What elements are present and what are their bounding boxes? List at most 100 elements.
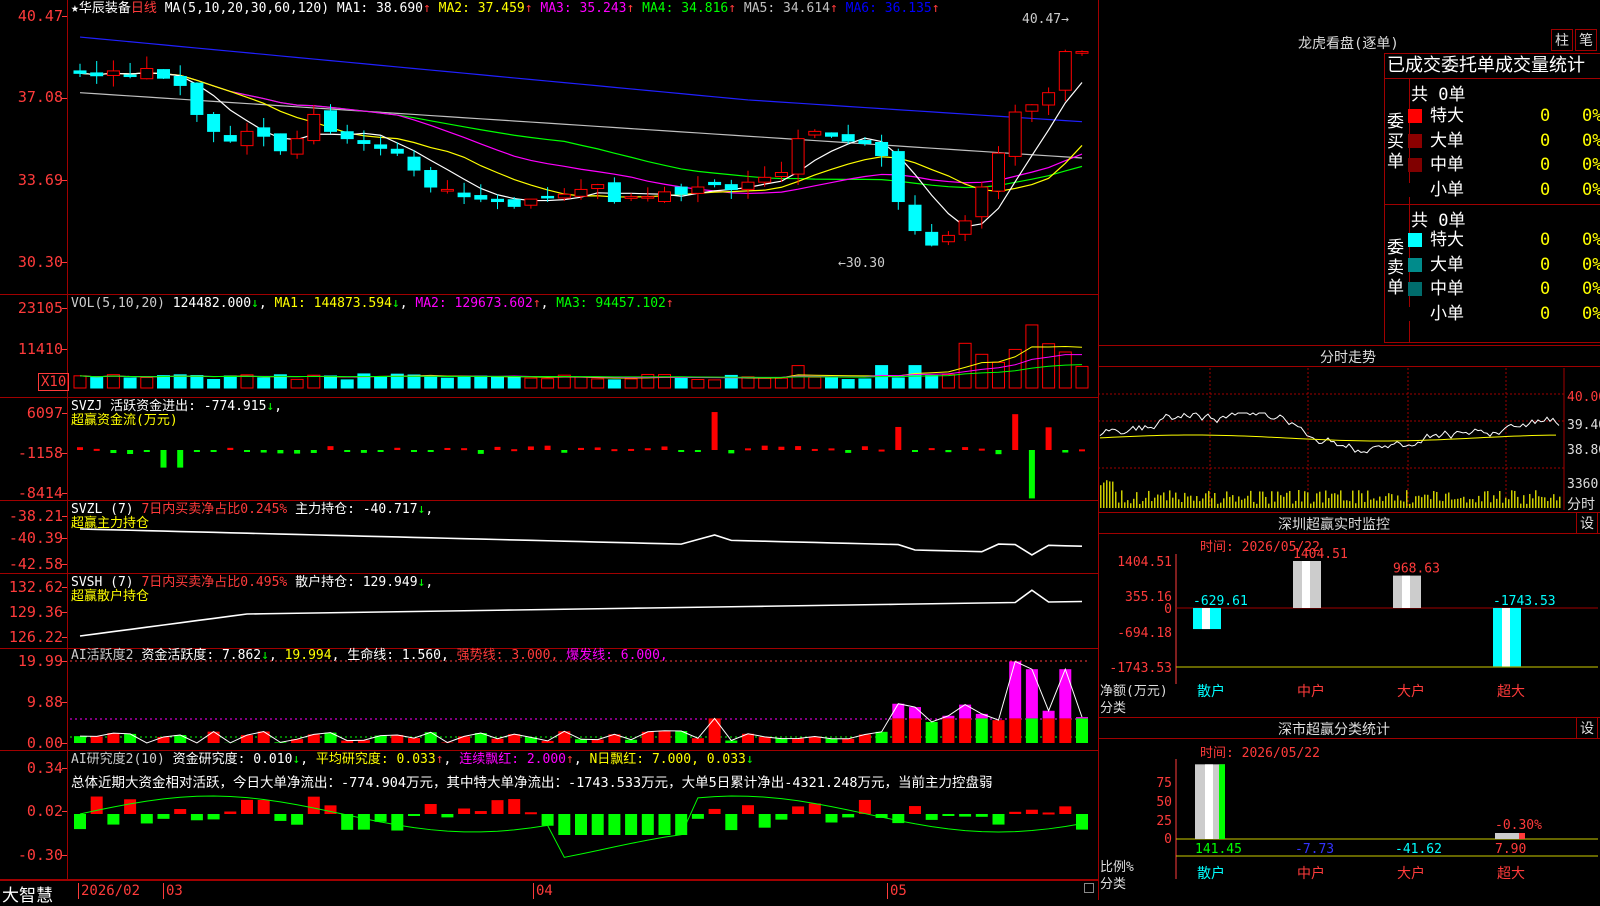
- activity-bar: [592, 740, 604, 743]
- research-bar: [241, 800, 253, 814]
- activity-burst-bar: [909, 707, 921, 718]
- sell-row-1: 特大00%: [1408, 228, 1600, 252]
- flow-bar: [628, 449, 634, 451]
- activity-bar: [241, 735, 253, 743]
- volume-bar: [709, 380, 721, 388]
- intraday-volume-bar: [1136, 492, 1138, 508]
- color-swatch: [1408, 233, 1422, 247]
- intraday-volume-bar: [1463, 497, 1465, 508]
- lock-icon[interactable]: [1084, 883, 1094, 893]
- research-bar: [1076, 814, 1088, 830]
- cls-value-label: 141.45: [1195, 842, 1242, 857]
- vol-ma3-line: [80, 365, 1082, 378]
- class-settings-button[interactable]: 设: [1576, 717, 1598, 739]
- intraday-volume-bar: [1259, 491, 1261, 508]
- ai-research-pane[interactable]: 0.34 0.02 -0.30 AI研究度2(10) 资金研究度: 0.010↓…: [0, 751, 1098, 880]
- cls-y-label: 25: [1156, 814, 1172, 829]
- order-pct: 0%: [1582, 178, 1600, 202]
- activity-bar: [826, 739, 838, 743]
- dragon-tiger-title: 龙虎看盘(逐单): [1298, 33, 1399, 53]
- intraday-volume-bar: [1427, 495, 1429, 508]
- volume-bar: [842, 380, 854, 388]
- activity-burst-bar: [1026, 669, 1038, 718]
- intraday-volume-bar: [1430, 499, 1432, 508]
- tick-view-button[interactable]: 笔: [1575, 29, 1597, 51]
- flow-bar: [695, 450, 701, 452]
- intraday-volume-bar: [1244, 499, 1246, 508]
- intraday-volume-bar: [1211, 498, 1213, 508]
- research-bar: [742, 805, 754, 814]
- svzj-pane[interactable]: 6097 -1158 -8414 SVZJ 活跃资金进出: -774.915↓,…: [0, 398, 1098, 501]
- retail-line: [80, 590, 1082, 636]
- intraday-volume-bar: [1202, 498, 1204, 508]
- volume-pane[interactable]: 23105 11410 X10 VOL(5,10,20) 124482.000↓…: [0, 295, 1098, 398]
- candle-body: [91, 73, 103, 76]
- sz-settings-button[interactable]: 设: [1576, 512, 1598, 534]
- intraday-volume-bar: [1559, 497, 1561, 508]
- intraday-volume-bar: [1169, 490, 1171, 508]
- ma6-line: [80, 37, 1082, 122]
- intraday-volume-bar: [1460, 498, 1462, 508]
- main-chart-pane[interactable]: 40.47 37.08 33.69 30.30 ★华辰装备日线 MA(5,10,…: [0, 0, 1098, 295]
- flow-bar: [728, 450, 734, 453]
- color-swatch: [1408, 134, 1422, 148]
- intraday-volume-bar: [1166, 500, 1168, 508]
- flow-bar: [895, 427, 901, 450]
- research-bar: [358, 814, 370, 830]
- intraday-volume-bar: [1217, 504, 1219, 508]
- intraday-volume-bar: [1142, 501, 1144, 508]
- candle-body: [659, 192, 671, 202]
- order-pct: 0%: [1582, 104, 1600, 128]
- volume-bar: [826, 378, 838, 388]
- candle-body: [191, 83, 203, 114]
- intraday-volume-bar: [1439, 501, 1441, 508]
- intraday-volume-bar: [1553, 494, 1555, 508]
- candle-body: [358, 141, 370, 144]
- sz-bar-highlight: [1302, 561, 1310, 608]
- sz-monitor-title-bar: 深圳超赢实时监控: [1098, 512, 1600, 534]
- intraday-tab[interactable]: 分时: [1567, 494, 1595, 514]
- activity-bar: [208, 732, 220, 743]
- research-bar: [725, 814, 737, 830]
- candle-body: [425, 171, 437, 187]
- research-bar: [1026, 810, 1038, 814]
- volume-bar: [325, 376, 337, 388]
- flow-bar: [862, 446, 868, 450]
- vol-ma1-line: [80, 346, 1082, 378]
- intraday-volume-bar: [1376, 501, 1378, 508]
- flow-bar: [845, 450, 851, 453]
- activity-bar: [408, 738, 420, 743]
- ai-activity-pane[interactable]: 19.99 9.88 0.00 AI活跃度2 资金活跃度: 7.862↓, 19…: [0, 649, 1098, 751]
- bar-view-button[interactable]: 柱: [1551, 29, 1573, 51]
- svsh-line: [0, 574, 1098, 649]
- intraday-volume-bar: [1466, 503, 1468, 508]
- intraday-volume-bar: [1403, 502, 1405, 508]
- intraday-volume-bar: [1514, 491, 1516, 508]
- candle-body: [475, 196, 487, 200]
- flow-bar: [528, 446, 534, 450]
- intraday-volume-bar: [1385, 496, 1387, 508]
- sz-value-label: 1404.51: [1293, 547, 1348, 562]
- svzl-pane[interactable]: -38.21 -40.39 -42.58 SVZL (7) 7日内买卖净占比0.…: [0, 501, 1098, 574]
- sell-side-label: 委卖单: [1387, 238, 1405, 298]
- intraday-volume-bar: [1151, 501, 1153, 508]
- flow-bar: [829, 448, 835, 450]
- svsh-pane[interactable]: 132.62 129.36 126.22 SVSH (7) 7日内买卖净占比0.…: [0, 574, 1098, 649]
- flow-bar: [1062, 450, 1068, 453]
- order-count: 0: [1540, 228, 1550, 252]
- date-label-apr: 04: [533, 883, 553, 899]
- order-count: 0: [1540, 129, 1550, 153]
- activity-burst-bar: [1076, 717, 1088, 718]
- intraday-volume-bar: [1235, 502, 1237, 508]
- candle-body: [542, 196, 554, 198]
- candle-body: [258, 128, 270, 136]
- intraday-volume-bar: [1418, 496, 1420, 508]
- flow-bar: [996, 450, 1002, 454]
- candle-body: [1059, 52, 1071, 91]
- research-bar: [107, 814, 119, 825]
- cls-value-label: -41.62: [1395, 842, 1442, 857]
- cls-category-label: 大户: [1397, 865, 1425, 882]
- intraday-chart: [1098, 368, 1600, 510]
- intraday-volume-bar: [1148, 491, 1150, 508]
- volume-bar: [141, 378, 153, 388]
